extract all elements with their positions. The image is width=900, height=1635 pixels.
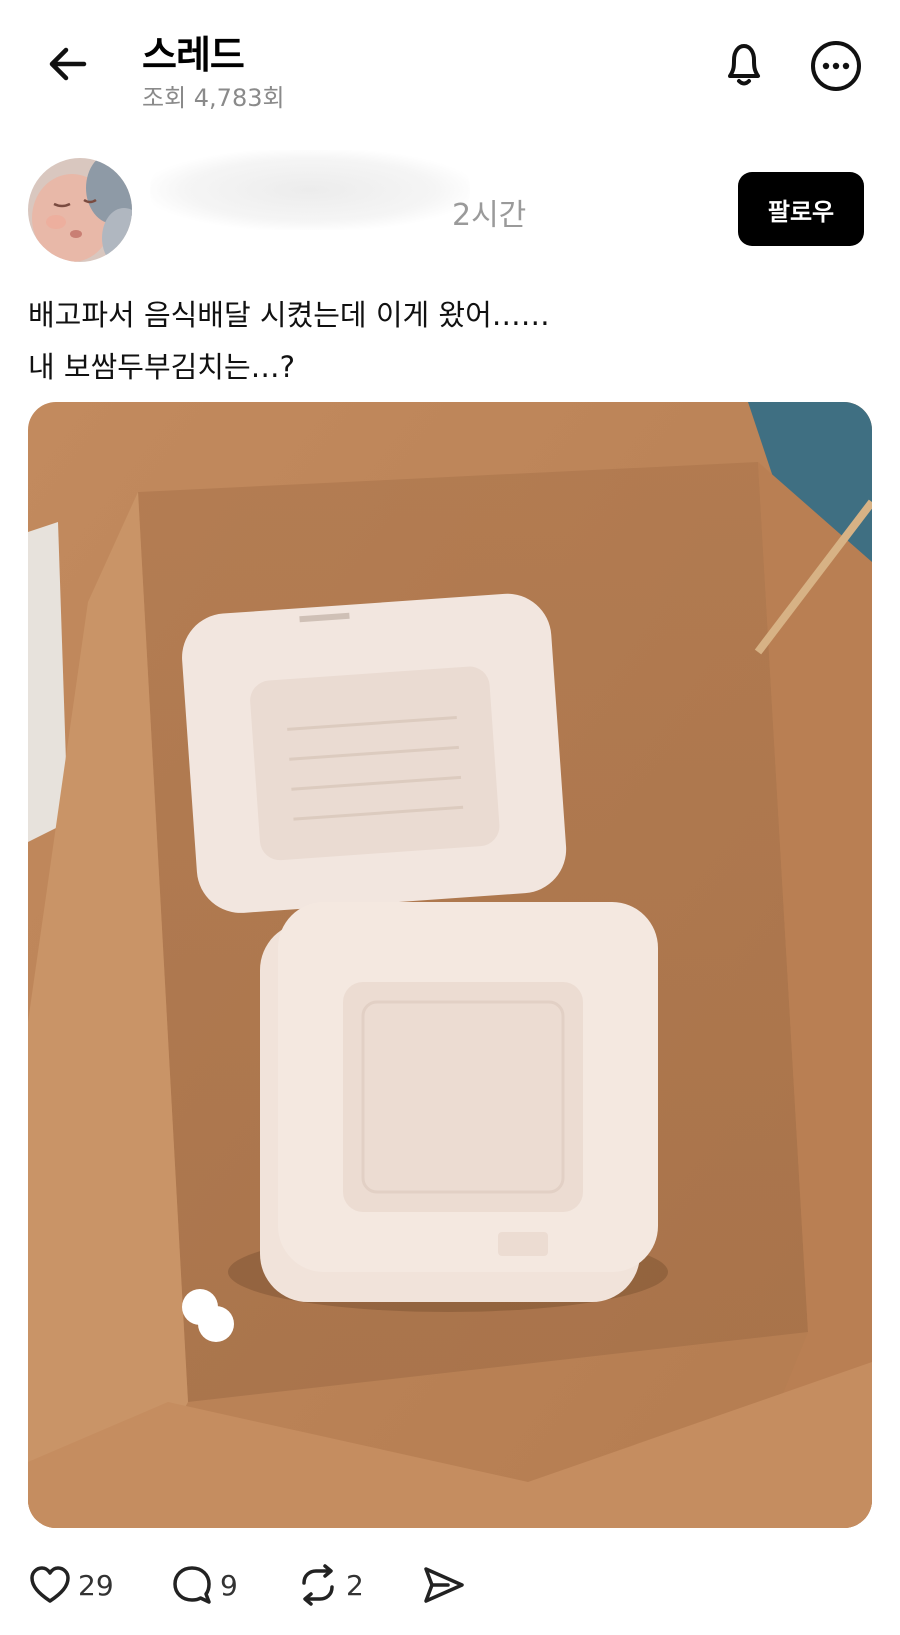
baby-face-image [28, 158, 132, 262]
avatar[interactable] [28, 158, 132, 262]
send-icon [424, 1567, 464, 1603]
more-options-icon[interactable] [808, 38, 864, 94]
reply-count: 9 [220, 1568, 238, 1602]
like-button[interactable]: 29 [28, 1560, 114, 1610]
page-title: 스레드 [142, 33, 245, 77]
comment-icon [173, 1566, 211, 1604]
repost-button[interactable]: 2 [296, 1560, 364, 1610]
heart-icon [30, 1566, 70, 1603]
share-button[interactable] [422, 1560, 466, 1610]
post-caption-line1: 배고파서 음식배달 시켰는데 이게 왔어…… [28, 298, 550, 332]
post-image[interactable] [28, 402, 872, 1528]
blurred-username [150, 150, 470, 230]
reply-button[interactable]: 9 [170, 1560, 238, 1610]
delivery-bag-photo [28, 402, 872, 1528]
post-caption-line2: 내 보쌈두부김치는…? [28, 350, 296, 384]
back-arrow-icon[interactable] [44, 40, 92, 88]
like-count: 29 [78, 1568, 114, 1602]
follow-button[interactable]: 팔로우 [738, 172, 864, 246]
post-time: 2시간 [452, 198, 527, 233]
bell-icon[interactable] [716, 36, 772, 92]
repost-count: 2 [346, 1568, 364, 1602]
repost-icon [302, 1564, 334, 1606]
view-count: 조회 4,783회 [142, 84, 285, 112]
